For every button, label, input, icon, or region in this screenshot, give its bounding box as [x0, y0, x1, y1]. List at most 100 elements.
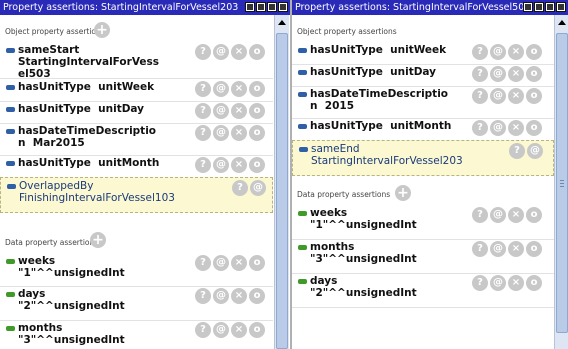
help-icon[interactable]: ?: [195, 103, 211, 119]
vertical-scrollbar[interactable]: [274, 15, 289, 349]
help-icon[interactable]: ?: [472, 66, 488, 82]
delete-icon[interactable]: ×: [231, 44, 247, 60]
annotate-icon[interactable]: @: [490, 207, 506, 223]
scroll-up-arrow-icon[interactable]: [558, 20, 566, 25]
help-icon[interactable]: ?: [472, 207, 488, 223]
close-icon[interactable]: [278, 2, 288, 12]
delete-icon[interactable]: ×: [231, 255, 247, 271]
edit-icon[interactable]: o: [526, 207, 542, 223]
annotate-icon[interactable]: @: [213, 44, 229, 60]
object-assertion-row[interactable]: OverlappedBy FinishingIntervalForVessel1…: [0, 177, 273, 213]
edit-icon[interactable]: o: [526, 44, 542, 60]
help-icon[interactable]: ?: [195, 125, 211, 141]
delete-icon[interactable]: ×: [508, 66, 524, 82]
help-icon[interactable]: ?: [472, 120, 488, 136]
close-icon[interactable]: [556, 2, 566, 12]
object-assertion-row[interactable]: hasDateTimeDescriptio n 2015? @ × o: [292, 86, 554, 119]
restore-icon[interactable]: [256, 2, 266, 12]
help-icon[interactable]: ?: [472, 275, 488, 291]
help-icon[interactable]: ?: [195, 288, 211, 304]
annotate-icon[interactable]: @: [490, 66, 506, 82]
edit-icon[interactable]: o: [249, 125, 265, 141]
delete-icon[interactable]: ×: [508, 44, 524, 60]
annotate-icon[interactable]: @: [213, 322, 229, 338]
annotate-icon[interactable]: @: [213, 103, 229, 119]
annotate-icon[interactable]: @: [527, 143, 543, 159]
maximize-icon[interactable]: [267, 2, 277, 12]
add-data-assertion-button[interactable]: +: [395, 185, 411, 201]
help-icon[interactable]: ?: [195, 322, 211, 338]
edit-icon[interactable]: o: [526, 66, 542, 82]
annotate-icon[interactable]: @: [213, 255, 229, 271]
add-data-assertion-button[interactable]: +: [90, 232, 106, 248]
annotate-icon[interactable]: @: [250, 180, 266, 196]
delete-icon[interactable]: ×: [231, 157, 247, 173]
data-assertion-row[interactable]: days "2"^^unsignedInt? @ × o: [0, 286, 273, 321]
object-assertion-row[interactable]: sameEnd StartingIntervalForVessel203? @: [292, 140, 554, 176]
object-assertion-row[interactable]: hasUnitType unitDay? @ × o: [0, 101, 273, 124]
annotate-icon[interactable]: @: [213, 125, 229, 141]
annotate-icon[interactable]: @: [490, 88, 506, 104]
edit-icon[interactable]: o: [249, 288, 265, 304]
edit-icon[interactable]: o: [249, 157, 265, 173]
help-icon[interactable]: ?: [195, 81, 211, 97]
annotate-icon[interactable]: @: [490, 275, 506, 291]
minimize-icon[interactable]: [245, 2, 255, 12]
object-assertion-row[interactable]: hasUnitType unitMonth? @ × o: [292, 118, 554, 141]
help-icon[interactable]: ?: [195, 157, 211, 173]
annotate-icon[interactable]: @: [213, 157, 229, 173]
delete-icon[interactable]: ×: [231, 103, 247, 119]
minimize-icon[interactable]: [523, 2, 533, 12]
object-assertion-row[interactable]: hasUnitType unitWeek? @ × o: [0, 79, 273, 102]
annotate-icon[interactable]: @: [213, 288, 229, 304]
annotate-icon[interactable]: @: [213, 81, 229, 97]
delete-icon[interactable]: ×: [508, 207, 524, 223]
help-icon[interactable]: ?: [195, 44, 211, 60]
scroll-up-arrow-icon[interactable]: [278, 20, 286, 25]
delete-icon[interactable]: ×: [508, 275, 524, 291]
delete-icon[interactable]: ×: [508, 88, 524, 104]
delete-icon[interactable]: ×: [231, 125, 247, 141]
help-icon[interactable]: ?: [472, 88, 488, 104]
data-assertion-row[interactable]: months "3"^^unsignedInt? @ × o: [292, 239, 554, 274]
help-icon[interactable]: ?: [232, 180, 248, 196]
maximize-icon[interactable]: [545, 2, 555, 12]
edit-icon[interactable]: o: [249, 103, 265, 119]
object-assertion-row[interactable]: hasDateTimeDescriptio n Mar2015? @ × o: [0, 123, 273, 156]
edit-icon[interactable]: o: [249, 44, 265, 60]
help-icon[interactable]: ?: [195, 255, 211, 271]
data-assertion-row[interactable]: months "3"^^unsignedInt? @ × o: [0, 320, 273, 349]
annotate-icon[interactable]: @: [490, 120, 506, 136]
object-assertion-row[interactable]: sameStart StartingIntervalForVess el503?…: [0, 42, 273, 80]
pane-titlebar[interactable]: Property assertions: StartingIntervalFor…: [0, 0, 290, 15]
edit-icon[interactable]: o: [526, 241, 542, 257]
delete-icon[interactable]: ×: [231, 322, 247, 338]
data-assertion-row[interactable]: weeks "1"^^unsignedInt? @ × o: [0, 253, 273, 287]
edit-icon[interactable]: o: [526, 120, 542, 136]
help-icon[interactable]: ?: [472, 241, 488, 257]
data-assertion-row[interactable]: days "2"^^unsignedInt? @ × o: [292, 273, 554, 308]
object-assertion-row[interactable]: hasUnitType unitWeek? @ × o: [292, 42, 554, 65]
add-object-assertion-button[interactable]: +: [94, 22, 110, 38]
edit-icon[interactable]: o: [249, 322, 265, 338]
edit-icon[interactable]: o: [526, 88, 542, 104]
delete-icon[interactable]: ×: [231, 288, 247, 304]
edit-icon[interactable]: o: [526, 275, 542, 291]
vertical-scrollbar[interactable]: [554, 15, 568, 349]
scrollbar-thumb[interactable]: [556, 33, 568, 333]
pane-titlebar[interactable]: Property assertions: StartingIntervalFor…: [292, 0, 568, 15]
delete-icon[interactable]: ×: [508, 120, 524, 136]
object-assertion-row[interactable]: hasUnitType unitDay? @ × o: [292, 64, 554, 87]
object-assertion-row[interactable]: hasUnitType unitMonth? @ × o: [0, 155, 273, 178]
data-assertion-row[interactable]: weeks "1"^^unsignedInt? @ × o: [292, 205, 554, 240]
annotate-icon[interactable]: @: [490, 241, 506, 257]
delete-icon[interactable]: ×: [231, 81, 247, 97]
restore-icon[interactable]: [534, 2, 544, 12]
delete-icon[interactable]: ×: [508, 241, 524, 257]
help-icon[interactable]: ?: [509, 143, 525, 159]
scrollbar-thumb[interactable]: [276, 33, 288, 349]
annotate-icon[interactable]: @: [490, 44, 506, 60]
edit-icon[interactable]: o: [249, 255, 265, 271]
help-icon[interactable]: ?: [472, 44, 488, 60]
edit-icon[interactable]: o: [249, 81, 265, 97]
